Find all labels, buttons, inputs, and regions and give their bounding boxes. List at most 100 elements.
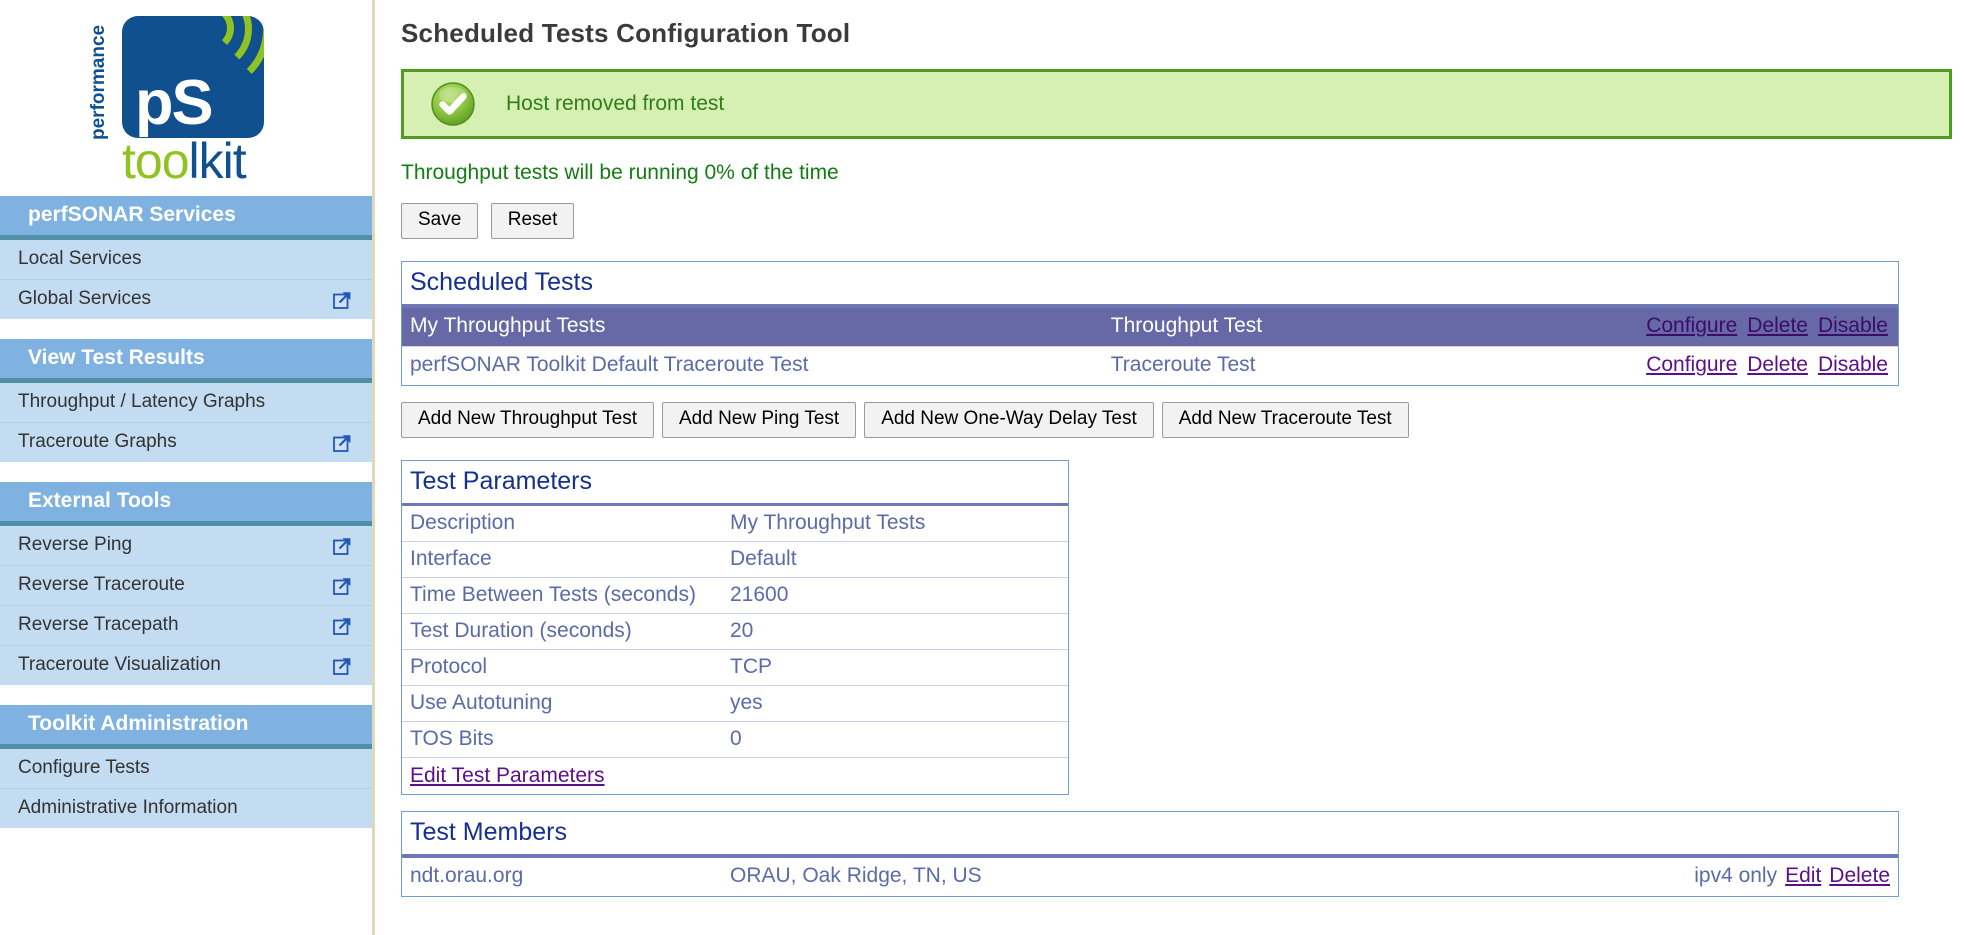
external-link-icon[interactable] (333, 536, 352, 555)
add-test-buttons: Add New Throughput Test Add New Ping Test… (401, 402, 1958, 438)
test-parameter-key: Protocol (402, 649, 722, 686)
scheduled-tests-table: My Throughput Tests Throughput Test Config… (402, 308, 1898, 385)
sidebar-item-label: Traceroute Graphs (18, 431, 177, 452)
delete-link[interactable]: Delete (1747, 314, 1808, 337)
success-alert-message: Host removed from test (506, 92, 725, 115)
test-parameter-key: TOS Bits (402, 721, 722, 758)
scheduled-test-type: Traceroute Test (1110, 353, 1256, 376)
delete-member-link[interactable]: Delete (1829, 864, 1890, 887)
test-parameter-value: 20 (722, 613, 1068, 650)
test-parameter-value: yes (722, 685, 1068, 722)
sidebar-item-administrative-information[interactable]: Administrative Information (0, 789, 372, 828)
sidebar-item-reverse-ping[interactable]: Reverse Ping (0, 526, 372, 566)
external-link-icon[interactable] (333, 290, 352, 309)
scheduled-test-actions: Configure Delete Disable (1433, 308, 1898, 347)
test-member-address-type: ipv4 only (1694, 864, 1778, 887)
logo-toolkit-blue: lkit (188, 133, 247, 189)
scheduled-tests-panel: Scheduled Tests My Throughput Tests Throu… (401, 261, 1899, 386)
sidebar-group-external-tools: External Tools Reverse Ping Reverse Tracer… (0, 482, 372, 685)
test-members-panel: Test Members ndt.orau.org ORAU, Oak Ridge… (401, 811, 1899, 897)
sidebar-nav: perfSONAR Services Local Services Global S… (0, 196, 372, 828)
scheduled-test-name: My Throughput Tests (410, 314, 606, 337)
test-member-row: ndt.orau.org ORAU, Oak Ridge, TN, US ipv4 … (402, 858, 1898, 896)
test-member-host: ndt.orau.org (410, 864, 524, 887)
save-button[interactable]: Save (401, 203, 479, 239)
test-parameter-value: 0 (722, 721, 1068, 758)
sidebar: performance pS toolkit perfSONAR Service… (0, 0, 375, 935)
scheduled-tests-title: Scheduled Tests (402, 262, 1898, 308)
scheduled-test-type: Throughput Test (1110, 314, 1263, 337)
external-link-icon[interactable] (333, 616, 352, 635)
test-parameters-title: Test Parameters (402, 461, 1068, 506)
test-parameter-value: Default (722, 541, 1068, 578)
test-parameter-row: Test Duration (seconds) 20 (402, 613, 1068, 650)
table-row[interactable]: perfSONAR Toolkit Default Traceroute Tes… (402, 347, 1898, 386)
test-parameters-table: Description My Throughput Tests Interface D… (402, 506, 1068, 794)
add-new-throughput-test-button[interactable]: Add New Throughput Test (401, 402, 654, 438)
disable-link[interactable]: Disable (1818, 314, 1888, 337)
throughput-status-line: Throughput tests will be running 0% of t… (401, 161, 839, 184)
test-parameter-key: Description (402, 506, 722, 542)
test-member-location: ORAU, Oak Ridge, TN, US (730, 864, 982, 887)
edit-test-parameters-cell: Edit Test Parameters (402, 758, 1068, 795)
sidebar-item-label: Reverse Ping (18, 534, 133, 555)
external-link-icon[interactable] (333, 656, 352, 675)
app-root: performance pS toolkit perfSONAR Service… (0, 0, 1964, 935)
sidebar-group-view-test-results: View Test Results Throughput / Latency Gr… (0, 339, 372, 462)
sidebar-item-global-services[interactable]: Global Services (0, 280, 372, 319)
test-parameter-value: 21600 (722, 577, 1068, 614)
sidebar-item-throughput-latency-graphs[interactable]: Throughput / Latency Graphs (0, 383, 372, 423)
sidebar-item-label: Traceroute Visualization (18, 654, 221, 675)
test-parameter-key: Interface (402, 541, 722, 578)
test-parameter-key: Time Between Tests (seconds) (402, 577, 722, 614)
sidebar-item-label: Local Services (18, 248, 142, 269)
sidebar-item-label: Reverse Tracepath (18, 614, 179, 635)
edit-test-parameters-link[interactable]: Edit Test Parameters (410, 764, 605, 787)
table-row[interactable]: My Throughput Tests Throughput Test Config… (402, 308, 1898, 347)
test-parameter-row: Time Between Tests (seconds) 21600 (402, 577, 1068, 614)
sidebar-item-label: Configure Tests (18, 757, 150, 778)
test-parameter-row: Protocol TCP (402, 649, 1068, 686)
logo-performance-text: performance (88, 24, 109, 140)
page-title: Scheduled Tests Configuration Tool (401, 18, 851, 48)
test-parameter-row: Interface Default (402, 541, 1068, 578)
test-parameter-value: TCP (722, 649, 1068, 686)
external-link-icon[interactable] (333, 433, 352, 452)
external-link-icon[interactable] (333, 576, 352, 595)
sidebar-item-label: Global Services (18, 288, 152, 309)
scheduled-test-actions: Configure Delete Disable (1433, 347, 1898, 386)
logo: performance pS toolkit (0, 0, 372, 196)
sidebar-item-traceroute-graphs[interactable]: Traceroute Graphs (0, 423, 372, 462)
add-new-traceroute-test-button[interactable]: Add New Traceroute Test (1161, 402, 1409, 438)
success-alert: Host removed from test (401, 69, 1952, 139)
sidebar-group-header: Toolkit Administration (0, 705, 372, 749)
delete-link[interactable]: Delete (1747, 353, 1808, 376)
disable-link[interactable]: Disable (1818, 353, 1888, 376)
edit-test-parameters-row: Edit Test Parameters (402, 758, 1068, 795)
logo-toolkit-text: toolkit (122, 133, 247, 189)
logo-ps-text: pS (135, 68, 214, 138)
logo-toolkit-green: too (122, 133, 190, 189)
add-new-ping-test-button[interactable]: Add New Ping Test (662, 402, 857, 438)
sidebar-item-local-services[interactable]: Local Services (0, 240, 372, 280)
sidebar-item-traceroute-visualization[interactable]: Traceroute Visualization (0, 646, 372, 685)
test-parameter-row: Use Autotuning yes (402, 685, 1068, 722)
configure-link[interactable]: Configure (1646, 314, 1737, 337)
sidebar-item-reverse-traceroute[interactable]: Reverse Traceroute (0, 566, 372, 606)
sidebar-group-header: View Test Results (0, 339, 372, 383)
sidebar-item-configure-tests[interactable]: Configure Tests (0, 749, 372, 789)
configure-link[interactable]: Configure (1646, 353, 1737, 376)
add-new-one-way-delay-test-button[interactable]: Add New One-Way Delay Test (864, 402, 1154, 438)
test-member-actions: ipv4 only Edit Delete (1370, 858, 1898, 896)
test-parameters-panel: Test Parameters Description My Throughput… (401, 460, 1069, 795)
reset-button[interactable]: Reset (490, 203, 575, 239)
sidebar-item-label: Reverse Traceroute (18, 574, 185, 595)
sidebar-item-reverse-tracepath[interactable]: Reverse Tracepath (0, 606, 372, 646)
edit-member-link[interactable]: Edit (1785, 864, 1821, 887)
sidebar-group-header: perfSONAR Services (0, 196, 372, 240)
form-actions: Save Reset (401, 203, 1958, 239)
sidebar-group-perfsonar-services: perfSONAR Services Local Services Global S… (0, 196, 372, 319)
test-parameter-value: My Throughput Tests (722, 506, 1068, 542)
sidebar-item-label: Throughput / Latency Graphs (18, 391, 266, 412)
sidebar-group-toolkit-administration: Toolkit Administration Configure Tests Adm… (0, 705, 372, 828)
